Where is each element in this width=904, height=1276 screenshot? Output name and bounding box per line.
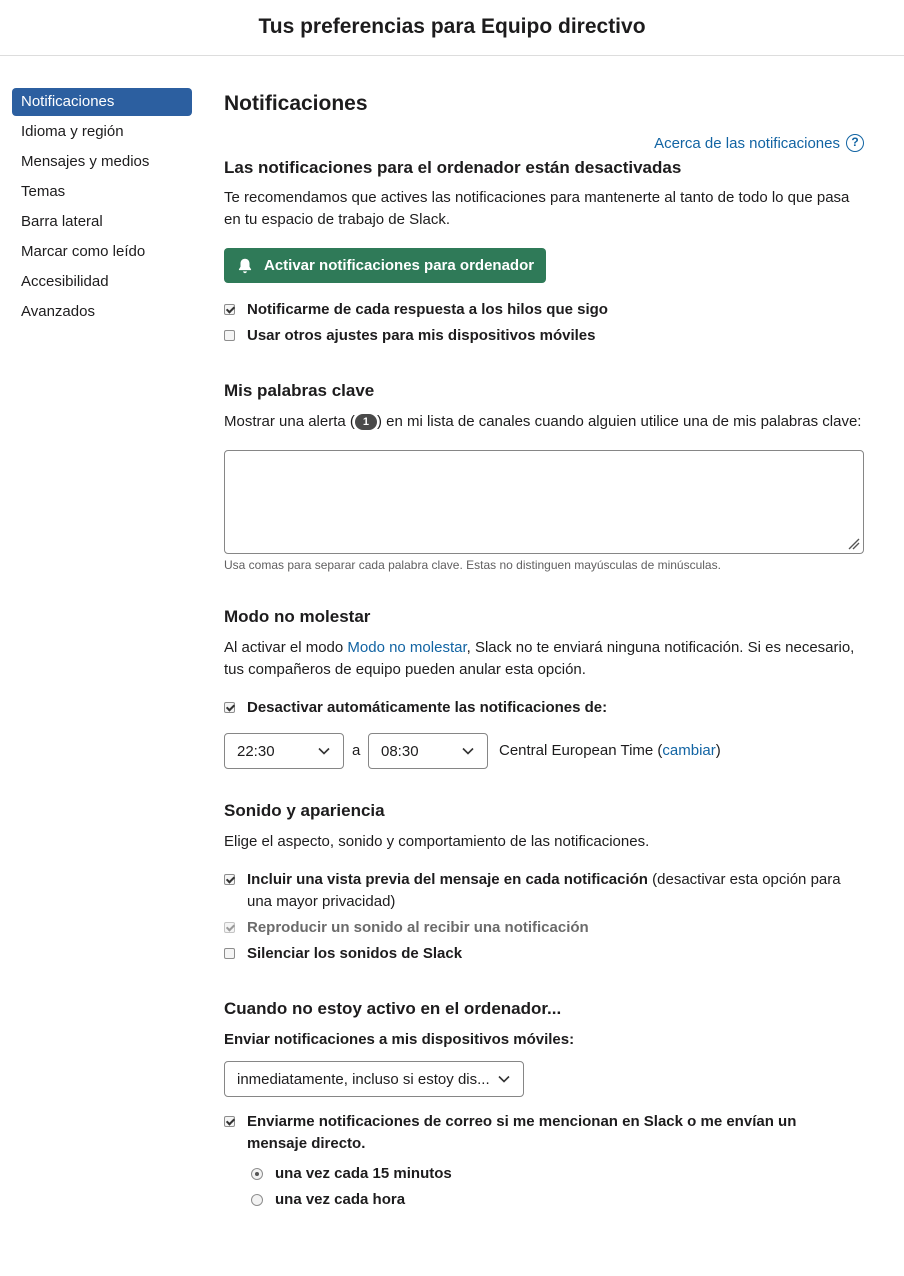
timezone-text: Central European Time (cambiar)	[499, 740, 721, 762]
threads-notify-checkbox[interactable]	[224, 304, 235, 315]
keywords-heading: Mis palabras clave	[224, 381, 375, 400]
play-sound-option: Reproducir un sonido al recibir una noti…	[224, 917, 589, 939]
sidebar-nav: Notificaciones Idioma y región Mensajes …	[12, 88, 192, 328]
keywords-textarea[interactable]	[224, 450, 864, 554]
freq-15min-radio[interactable]	[251, 1168, 263, 1180]
threads-notify-option[interactable]: Notificarme de cada respuesta a los hilo…	[224, 299, 608, 321]
preview-checkbox[interactable]	[224, 874, 235, 885]
page-header: Tus preferencias para Equipo directivo	[0, 0, 904, 56]
freq-hour-option[interactable]: una vez cada hora	[251, 1189, 405, 1211]
play-sound-label: Reproducir un sonido al recibir una noti…	[247, 919, 589, 936]
sidebar-item-mensajes-medios[interactable]: Mensajes y medios	[12, 148, 192, 176]
enable-desktop-notifications-button[interactable]: Activar notificaciones para ordenador	[224, 248, 547, 283]
mobile-notify-value: inmediatamente, incluso si estoy dis...	[237, 1070, 490, 1088]
timezone-label: Central European Time (	[499, 742, 663, 759]
sidebar-item-barra-lateral[interactable]: Barra lateral	[12, 208, 192, 236]
desktop-notifications-description: Te recomendamos que actives las notifica…	[224, 189, 850, 228]
inactive-heading: Cuando no estoy activo en el ordenador..…	[224, 999, 562, 1018]
sidebar-item-accesibilidad[interactable]: Accesibilidad	[12, 268, 192, 296]
keywords-desc-start: Mostrar una alerta (	[224, 413, 355, 430]
keywords-hint: Usa comas para separar cada palabra clav…	[224, 558, 721, 572]
dnd-from-value: 22:30	[237, 742, 275, 760]
dnd-desc-start: Al activar el modo	[224, 639, 348, 656]
play-sound-checkbox	[224, 922, 235, 933]
preview-option[interactable]: Incluir una vista previa del mensaje en …	[224, 869, 864, 913]
page-header-title: Tus preferencias para Equipo directivo	[258, 15, 646, 38]
dnd-to-value: 08:30	[381, 742, 419, 760]
email-notify-label: Enviarme notificaciones de correo si me …	[247, 1113, 797, 1152]
freq-hour-label: una vez cada hora	[275, 1191, 406, 1208]
sound-heading: Sonido y apariencia	[224, 801, 385, 820]
dnd-auto-checkbox[interactable]	[224, 702, 235, 713]
chevron-down-icon	[498, 1075, 510, 1083]
mute-option[interactable]: Silenciar los sonidos de Slack	[224, 943, 462, 965]
mobile-settings-label: Usar otros ajustes para mis dispositivos…	[247, 327, 596, 344]
dnd-description: Al activar el modo Modo no molestar, Sla…	[224, 637, 864, 681]
mobile-notify-select[interactable]: inmediatamente, incluso si estoy dis...	[224, 1061, 524, 1097]
dnd-mode-link[interactable]: Modo no molestar	[347, 639, 466, 656]
mobile-settings-option[interactable]: Usar otros ajustes para mis dispositivos…	[224, 325, 595, 347]
keywords-desc-end: ) en mi lista de canales cuando alguien …	[377, 413, 862, 430]
about-notifications-label[interactable]: Acerca de las notificaciones	[654, 135, 840, 152]
freq-hour-radio[interactable]	[251, 1194, 263, 1206]
help-icon[interactable]: ?	[846, 134, 864, 152]
email-notify-option[interactable]: Enviarme notificaciones de correo si me …	[224, 1111, 844, 1155]
sidebar-item-idioma-region[interactable]: Idioma y región	[12, 118, 192, 146]
sidebar-item-notificaciones[interactable]: Notificaciones	[12, 88, 192, 116]
timezone-close: )	[715, 742, 721, 759]
desktop-notifications-heading: Las notificaciones para el ordenador est…	[224, 158, 682, 177]
freq-15min-option[interactable]: una vez cada 15 minutos	[251, 1163, 452, 1185]
page-title: Notificaciones	[224, 92, 368, 115]
email-notify-checkbox[interactable]	[224, 1116, 235, 1127]
keywords-description: Mostrar una alerta (1) en mi lista de ca…	[224, 411, 861, 433]
threads-notify-label: Notificarme de cada respuesta a los hilo…	[247, 301, 608, 318]
mute-checkbox[interactable]	[224, 948, 235, 959]
mute-label: Silenciar los sonidos de Slack	[247, 945, 463, 962]
chevron-down-icon	[462, 747, 474, 755]
dnd-auto-label: Desactivar automáticamente las notificac…	[247, 699, 608, 716]
mention-badge: 1	[354, 414, 378, 430]
sidebar-item-temas[interactable]: Temas	[12, 178, 192, 206]
preview-text: Incluir una vista previa del mensaje en …	[247, 869, 864, 913]
sound-description: Elige el aspecto, sonido y comportamient…	[224, 833, 650, 850]
mobile-notify-label: Enviar notificaciones a mis dispositivos…	[224, 1031, 575, 1048]
mobile-settings-checkbox[interactable]	[224, 330, 235, 341]
freq-15min-label: una vez cada 15 minutos	[275, 1165, 452, 1182]
resize-handle-icon[interactable]	[848, 538, 860, 550]
dnd-heading: Modo no molestar	[224, 607, 371, 626]
about-notifications-link[interactable]: Acerca de las notificaciones ?	[654, 134, 864, 152]
sidebar-item-marcar-leido[interactable]: Marcar como leído	[12, 238, 192, 266]
change-timezone-link[interactable]: cambiar	[662, 742, 715, 759]
bell-icon	[238, 258, 252, 273]
dnd-from-select[interactable]: 22:30	[224, 733, 344, 769]
dnd-auto-option[interactable]: Desactivar automáticamente las notificac…	[224, 697, 607, 719]
preview-label: Incluir una vista previa del mensaje en …	[247, 871, 648, 888]
enable-desktop-notifications-label: Activar notificaciones para ordenador	[264, 257, 535, 274]
chevron-down-icon	[318, 747, 330, 755]
dnd-range-separator: a	[352, 742, 361, 759]
dnd-to-select[interactable]: 08:30	[368, 733, 488, 769]
sidebar-item-avanzados[interactable]: Avanzados	[12, 298, 192, 326]
